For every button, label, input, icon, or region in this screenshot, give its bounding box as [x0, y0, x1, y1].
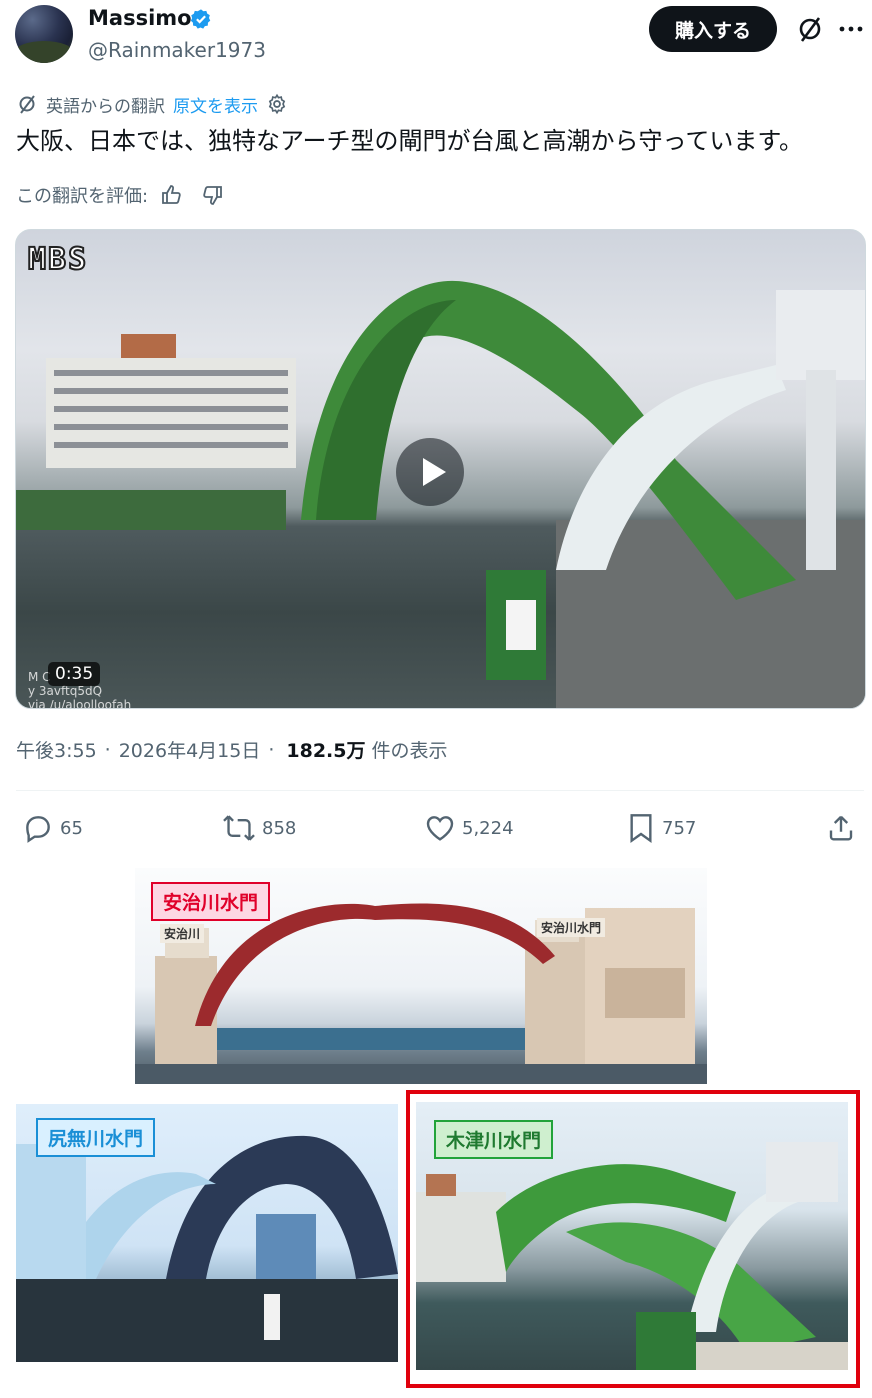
heart-icon [426, 816, 454, 841]
tweet-date[interactable]: 2026年4月15日 [119, 736, 261, 763]
thumbs-down-icon[interactable] [200, 183, 224, 207]
avatar[interactable] [15, 5, 73, 63]
play-button[interactable] [396, 438, 464, 506]
grok-icon[interactable] [795, 14, 825, 44]
rate-translation: この翻訳を評価: [16, 180, 224, 210]
reply-icon [26, 816, 50, 843]
sign-ajikawa: 安治川 [160, 924, 205, 943]
author-name[interactable]: Massimo [88, 6, 192, 30]
video-duration: 0:35 [48, 662, 101, 686]
views-count: 182.5万 [286, 740, 366, 762]
repost-button[interactable]: 858 [222, 810, 296, 846]
video-player[interactable]: MBS M C y 3avftq5dQ via /u/aloolloofah 0… [15, 229, 866, 709]
show-original-link[interactable]: 原文を表示 [173, 92, 258, 117]
video-credit-line2: y 3avftq5dQ [28, 684, 103, 698]
video-logo: MBS [27, 241, 89, 278]
divider [16, 790, 864, 791]
like-button[interactable]: 5,224 [424, 810, 514, 846]
meta-separator: · [104, 738, 111, 761]
share-button[interactable] [826, 810, 862, 846]
grok-translate-icon [19, 95, 35, 114]
author-handle[interactable]: @Rainmaker1973 [88, 38, 266, 62]
bookmark-button[interactable]: 757 [626, 810, 696, 846]
tweet-text: 大阪、日本では、独特なアーチ型の閘門が台風と高潮から守っています。 [16, 127, 803, 155]
tweet-meta: 午後3:55 · 2026年4月15日 · 182.5万 件の表示 [16, 736, 448, 763]
meta-separator: · [268, 738, 275, 761]
bookmark-count: 757 [662, 817, 697, 839]
sign-ajikawa-gate: 安治川水門 [537, 918, 606, 937]
repost-icon [223, 815, 255, 841]
share-icon [829, 815, 853, 841]
bookmark-icon [630, 814, 652, 843]
label-shirinashi: 尻無川水門 [36, 1118, 156, 1157]
play-icon [423, 458, 446, 486]
label-ajikawa: 安治川水門 [151, 882, 271, 921]
kizugawa-highlight-frame [406, 1090, 860, 1388]
reply-count: 65 [60, 817, 83, 839]
video-credit-line3: via /u/aloolloofah [28, 698, 132, 709]
settings-gear-icon[interactable] [266, 93, 288, 115]
verified-badge-icon [190, 9, 211, 29]
repost-count: 858 [262, 817, 297, 839]
rate-label: この翻訳を評価: [16, 186, 149, 207]
translation-notice: 英語からの翻訳 原文を表示 [16, 90, 288, 118]
like-count: 5,224 [462, 817, 514, 839]
translation-source-label: 英語からの翻訳 [46, 96, 165, 117]
views-suffix: 件の表示 [371, 740, 448, 762]
thumbs-up-icon[interactable] [160, 183, 184, 207]
buy-button[interactable]: 購入する [649, 6, 777, 52]
reply-button[interactable]: 65 [22, 810, 83, 846]
tweet-time[interactable]: 午後3:55 [16, 736, 97, 763]
more-options-icon[interactable] [838, 14, 864, 44]
